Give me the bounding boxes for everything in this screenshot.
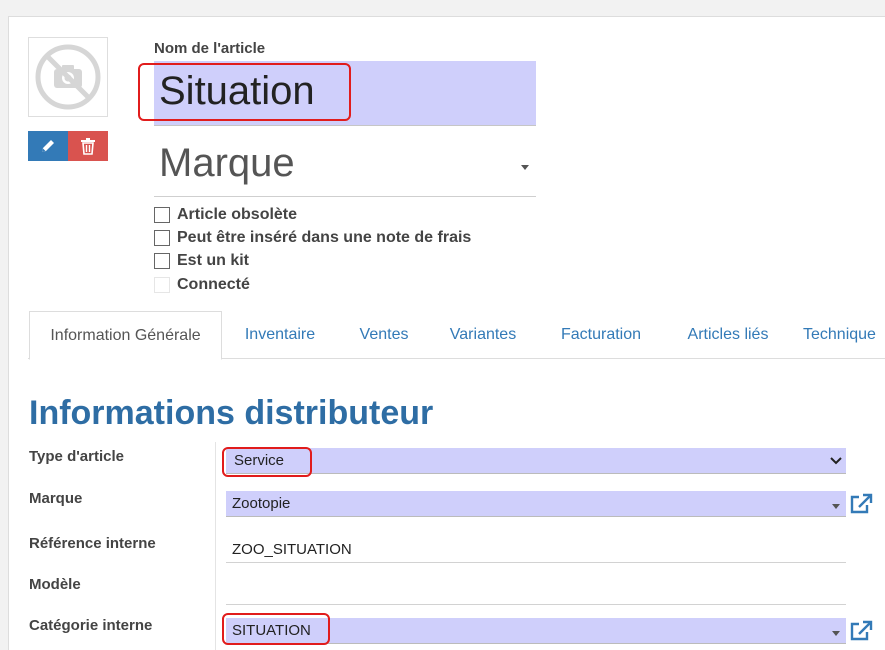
checkbox-box[interactable] [154, 230, 170, 246]
model-input[interactable] [226, 579, 846, 605]
checkbox-box [154, 277, 170, 293]
checkbox-label: Connecté [177, 276, 250, 293]
tab-variantes[interactable]: Variantes [441, 311, 525, 359]
checkbox-label: Article obsolète [177, 206, 298, 223]
brand-select-placeholder[interactable]: Marque [159, 141, 295, 186]
product-type-select[interactable]: Service [226, 448, 846, 474]
checkbox-kit[interactable]: Est un kit [154, 252, 249, 270]
annotation-highlight-type [222, 447, 312, 477]
trash-icon [81, 138, 95, 155]
checkbox-box[interactable] [154, 253, 170, 269]
chevron-down-icon[interactable] [521, 165, 529, 170]
chevron-down-icon[interactable] [832, 631, 840, 636]
chevron-down-icon[interactable] [830, 457, 842, 465]
form-sheet: Nom de l'article Situation Marque Articl… [8, 16, 885, 650]
tab-ventes[interactable]: Ventes [349, 311, 419, 359]
annotation-highlight-category [222, 613, 330, 645]
field-label-model: Modèle [29, 576, 81, 593]
field-label-internal-ref: Référence interne [29, 535, 156, 552]
section-title: Informations distributeur [29, 394, 434, 432]
tab-articles-lies[interactable]: Articles liés [675, 311, 781, 359]
external-link-icon[interactable] [849, 493, 873, 515]
tab-facturation[interactable]: Facturation [549, 311, 653, 359]
external-link-icon[interactable] [849, 620, 873, 642]
checkbox-connected: Connecté [154, 276, 250, 294]
field-label-internal-category: Catégorie interne [29, 617, 153, 634]
tab-information-generale[interactable]: Information Générale [29, 311, 222, 360]
checkbox-expense-note[interactable]: Peut être inséré dans une note de frais [154, 229, 471, 247]
internal-ref-value: ZOO_SITUATION [232, 541, 352, 558]
pencil-icon [42, 140, 54, 152]
checkbox-box[interactable] [154, 207, 170, 223]
edit-image-button[interactable] [28, 131, 68, 161]
internal-ref-input[interactable]: ZOO_SITUATION [226, 537, 846, 563]
checkbox-obsolete[interactable]: Article obsolète [154, 206, 297, 224]
annotation-highlight-name [138, 63, 351, 121]
product-name-label: Nom de l'article [154, 40, 266, 57]
field-label-brand: Marque [29, 490, 83, 507]
tab-technique[interactable]: Technique [803, 311, 885, 359]
brand-select[interactable]: Zootopie [226, 491, 846, 517]
field-label-product-type: Type d'article [29, 448, 124, 465]
checkbox-label: Est un kit [177, 252, 250, 269]
chevron-down-icon[interactable] [832, 504, 840, 509]
checkbox-label: Peut être inséré dans une note de frais [177, 229, 472, 246]
brand-select-underline [154, 196, 536, 197]
product-image[interactable] [28, 37, 108, 117]
label-column-divider [215, 442, 216, 650]
delete-image-button[interactable] [68, 131, 108, 161]
tab-inventaire[interactable]: Inventaire [235, 311, 325, 359]
no-camera-icon [35, 44, 101, 110]
brand-value: Zootopie [232, 495, 291, 512]
